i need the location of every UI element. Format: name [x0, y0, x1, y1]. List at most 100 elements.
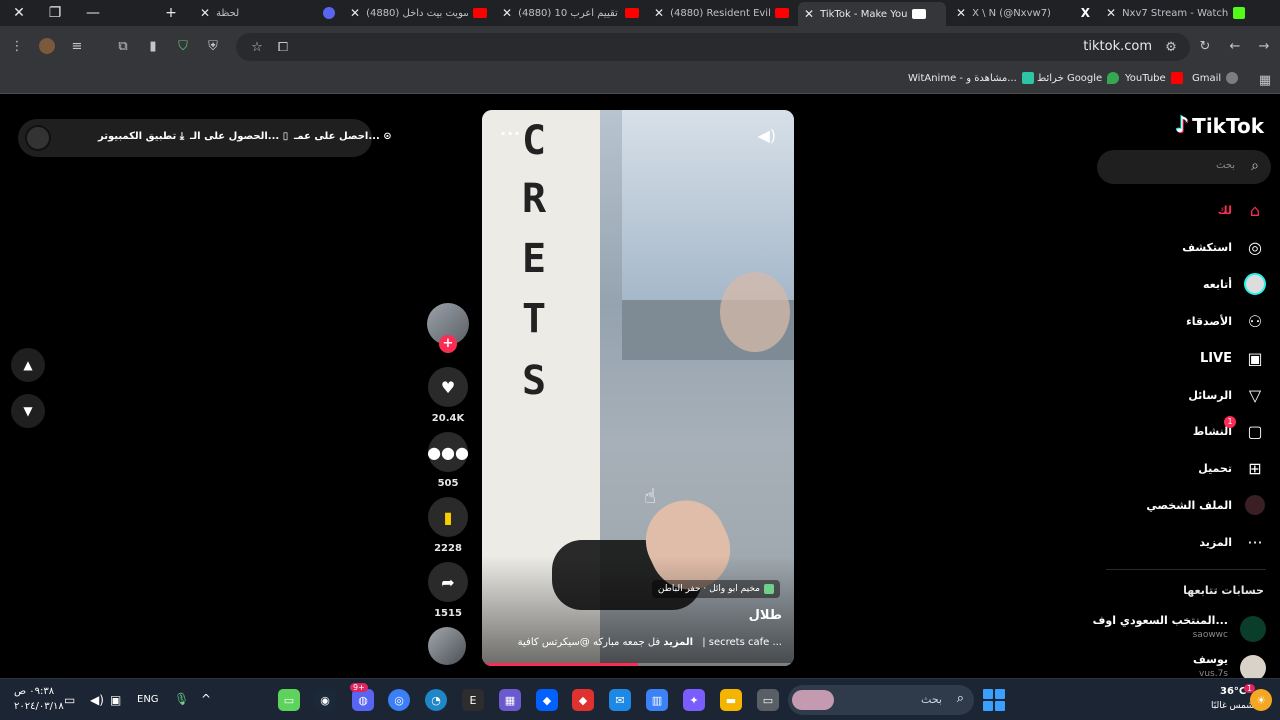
- microphone-icon[interactable]: 🎙: [174, 692, 189, 706]
- chevron-up-icon[interactable]: ^: [201, 692, 211, 706]
- discord-icon[interactable]: ◍: [352, 689, 374, 711]
- nav-profile[interactable]: الملف الشخصي: [1146, 493, 1266, 517]
- windows-start-icon[interactable]: [983, 689, 1005, 711]
- tab-close-icon[interactable]: ✕: [804, 7, 814, 21]
- nav-activity[interactable]: النشاط ▢ 1: [1193, 416, 1266, 443]
- sign-letter: C: [522, 118, 547, 164]
- copilot-icon[interactable]: ✦: [683, 689, 705, 711]
- forward-icon[interactable]: ←: [1226, 37, 1244, 55]
- video-player[interactable]: C R E T S ··· ◀) مخيم ابو وائل · حفر الب…: [482, 110, 794, 666]
- previous-video-button[interactable]: ▲: [11, 348, 45, 382]
- tab-nxv7-stream[interactable]: ✕ Nxv7 Stream - Watch: [1100, 2, 1270, 24]
- nav-live[interactable]: LIVE ▣: [1200, 346, 1266, 370]
- volume-icon[interactable]: ◀): [90, 693, 104, 707]
- epic-games-icon[interactable]: E: [462, 689, 484, 711]
- clock-time[interactable]: ٠٩:٣٨ ص: [14, 686, 54, 697]
- video-volume-icon[interactable]: ◀): [757, 126, 776, 145]
- address-bar[interactable]: ☆ ⧠ tiktok.com ⚙: [236, 33, 1190, 61]
- nav-following[interactable]: أتابعه: [1203, 272, 1266, 296]
- clock-date[interactable]: ٢٠٢٤/٠٣/١٨: [14, 701, 64, 712]
- music-disc[interactable]: [428, 627, 466, 665]
- dropbox-icon[interactable]: ◆: [536, 689, 558, 711]
- cast-icon[interactable]: ⧠: [274, 38, 292, 56]
- language-indicator[interactable]: ENG: [137, 694, 159, 705]
- bookmark-youtube[interactable]: YouTube: [1125, 72, 1183, 84]
- store-icon[interactable]: ▥: [646, 689, 668, 711]
- new-tab-button[interactable]: +: [152, 0, 190, 26]
- taskbar-app-gray[interactable]: ▭: [757, 689, 779, 711]
- network-icon[interactable]: ▣: [110, 693, 121, 707]
- tab-close-icon[interactable]: ✕: [200, 6, 210, 20]
- menu-kebab-icon[interactable]: ⋮: [8, 37, 26, 55]
- search-icon[interactable]: ⌕: [1251, 158, 1259, 174]
- bookmark-maps[interactable]: خرائط Google: [1037, 72, 1120, 84]
- taskbar-app-red[interactable]: ◆: [572, 689, 594, 711]
- tab-close-icon[interactable]: ✕: [1106, 6, 1116, 20]
- tab-close-icon[interactable]: ✕: [654, 6, 664, 20]
- tiktok-logo[interactable]: ♪ TikTok: [1175, 113, 1264, 138]
- edge-icon[interactable]: ◔: [425, 689, 447, 711]
- bookmark-star-icon[interactable]: ☆: [248, 38, 266, 56]
- taskbar-app-purple[interactable]: ▦: [499, 689, 521, 711]
- tab-discord[interactable]: ✕ لحظة: [194, 2, 340, 24]
- tab-close-icon[interactable]: ✕: [502, 6, 512, 20]
- weather-temp[interactable]: 36°C: [1220, 686, 1246, 697]
- user-avatar[interactable]: [25, 125, 51, 151]
- weather-sun-icon[interactable]: ☀: [1250, 689, 1272, 711]
- nav-friends[interactable]: الأصدقاء ⚇: [1186, 309, 1266, 333]
- extensions-icon[interactable]: ⧉: [114, 37, 132, 55]
- nav-explore[interactable]: استكشف ◎: [1182, 235, 1266, 259]
- file-explorer-icon[interactable]: ▬: [720, 689, 742, 711]
- nav-messages[interactable]: الرسائل ▽: [1188, 383, 1266, 407]
- tab-close-icon[interactable]: ✕: [350, 6, 360, 20]
- tab-tiktok[interactable]: ✕ TikTok - Make You: [798, 2, 946, 26]
- extension-shield-outline-icon[interactable]: ⛨: [204, 37, 222, 55]
- tab-close-icon[interactable]: ✕: [956, 6, 966, 20]
- comment-button[interactable]: ●●●: [427, 432, 469, 472]
- extension-shield-icon[interactable]: ⛉: [174, 37, 192, 55]
- bookmark-gmail[interactable]: Gmail: [1192, 72, 1239, 84]
- share-button[interactable]: ➦: [428, 562, 468, 602]
- url-text[interactable]: tiktok.com: [1083, 39, 1152, 54]
- following-account[interactable]: المنتخب السعودي اوف... saowwc: [1093, 612, 1266, 646]
- nav-more[interactable]: المزيد ···: [1199, 530, 1266, 554]
- chrome-icon[interactable]: ◎: [388, 689, 410, 711]
- video-location-tag[interactable]: مخيم ابو وائل · حفر الباطن: [651, 580, 780, 598]
- profile-avatar-icon[interactable]: [38, 37, 56, 55]
- video-author[interactable]: طلال: [749, 608, 782, 623]
- extension-flag-icon[interactable]: ▮: [144, 37, 162, 55]
- get-pc-app-button[interactable]: تطبيق الكمبيوتر ⤓: [98, 131, 184, 142]
- mail-icon[interactable]: ✉: [609, 689, 631, 711]
- tab-resident-evil[interactable]: ✕ (4880) Resident Evil 7: [648, 2, 794, 24]
- media-controls-icon[interactable]: ≡: [68, 37, 86, 55]
- nav-for-you[interactable]: لك ⌂: [1218, 198, 1266, 222]
- tab-youtube-house[interactable]: ✕ (4880) سويت بيت داخل: [344, 2, 492, 24]
- restore-window-button[interactable]: ❐: [36, 0, 74, 26]
- tab-x-profile[interactable]: ✕ X \ N (@Nxvw7) X: [950, 2, 1096, 24]
- tab-youtube-review[interactable]: ✕ (4880) تقييم أعرب 10 ...: [496, 2, 644, 24]
- sign-letter: E: [522, 236, 547, 282]
- site-settings-icon[interactable]: ⚙: [1162, 38, 1180, 56]
- nav-upload[interactable]: تحميل ⊞: [1198, 456, 1266, 480]
- back-icon[interactable]: →: [1255, 37, 1273, 55]
- taskbar-search[interactable]: بحث ⌕: [788, 685, 974, 715]
- like-button[interactable]: ♥: [428, 367, 468, 407]
- get-pc-app-label: تطبيق الكمبيوتر: [98, 131, 177, 142]
- apps-grid-icon[interactable]: ▦: [1256, 71, 1274, 89]
- battery-icon[interactable]: ▭: [64, 693, 75, 707]
- video-more-options-icon[interactable]: ···: [500, 124, 521, 143]
- close-window-button[interactable]: ✕: [0, 0, 38, 26]
- video-progress-bar[interactable]: [482, 663, 794, 666]
- taskbar-app-green[interactable]: ▭: [278, 689, 300, 711]
- search-input[interactable]: بحث ⌕: [1097, 150, 1271, 184]
- follow-plus-icon[interactable]: +: [439, 335, 457, 353]
- minimize-window-button[interactable]: —: [74, 0, 112, 26]
- steam-icon[interactable]: ◉: [314, 689, 336, 711]
- see-more-button[interactable]: المزيد: [663, 637, 693, 648]
- next-video-button[interactable]: ▼: [11, 394, 45, 428]
- get-coins-button[interactable]: احصل على عمـ... ⊙: [294, 131, 392, 142]
- save-button[interactable]: ▮: [428, 497, 468, 537]
- bookmark-witanime[interactable]: WitAnime - مشاهدة و...: [908, 72, 1034, 84]
- get-mobile-app-button[interactable]: الحصول على الـ... ▯: [190, 131, 288, 142]
- reload-icon[interactable]: ↻: [1196, 37, 1214, 55]
